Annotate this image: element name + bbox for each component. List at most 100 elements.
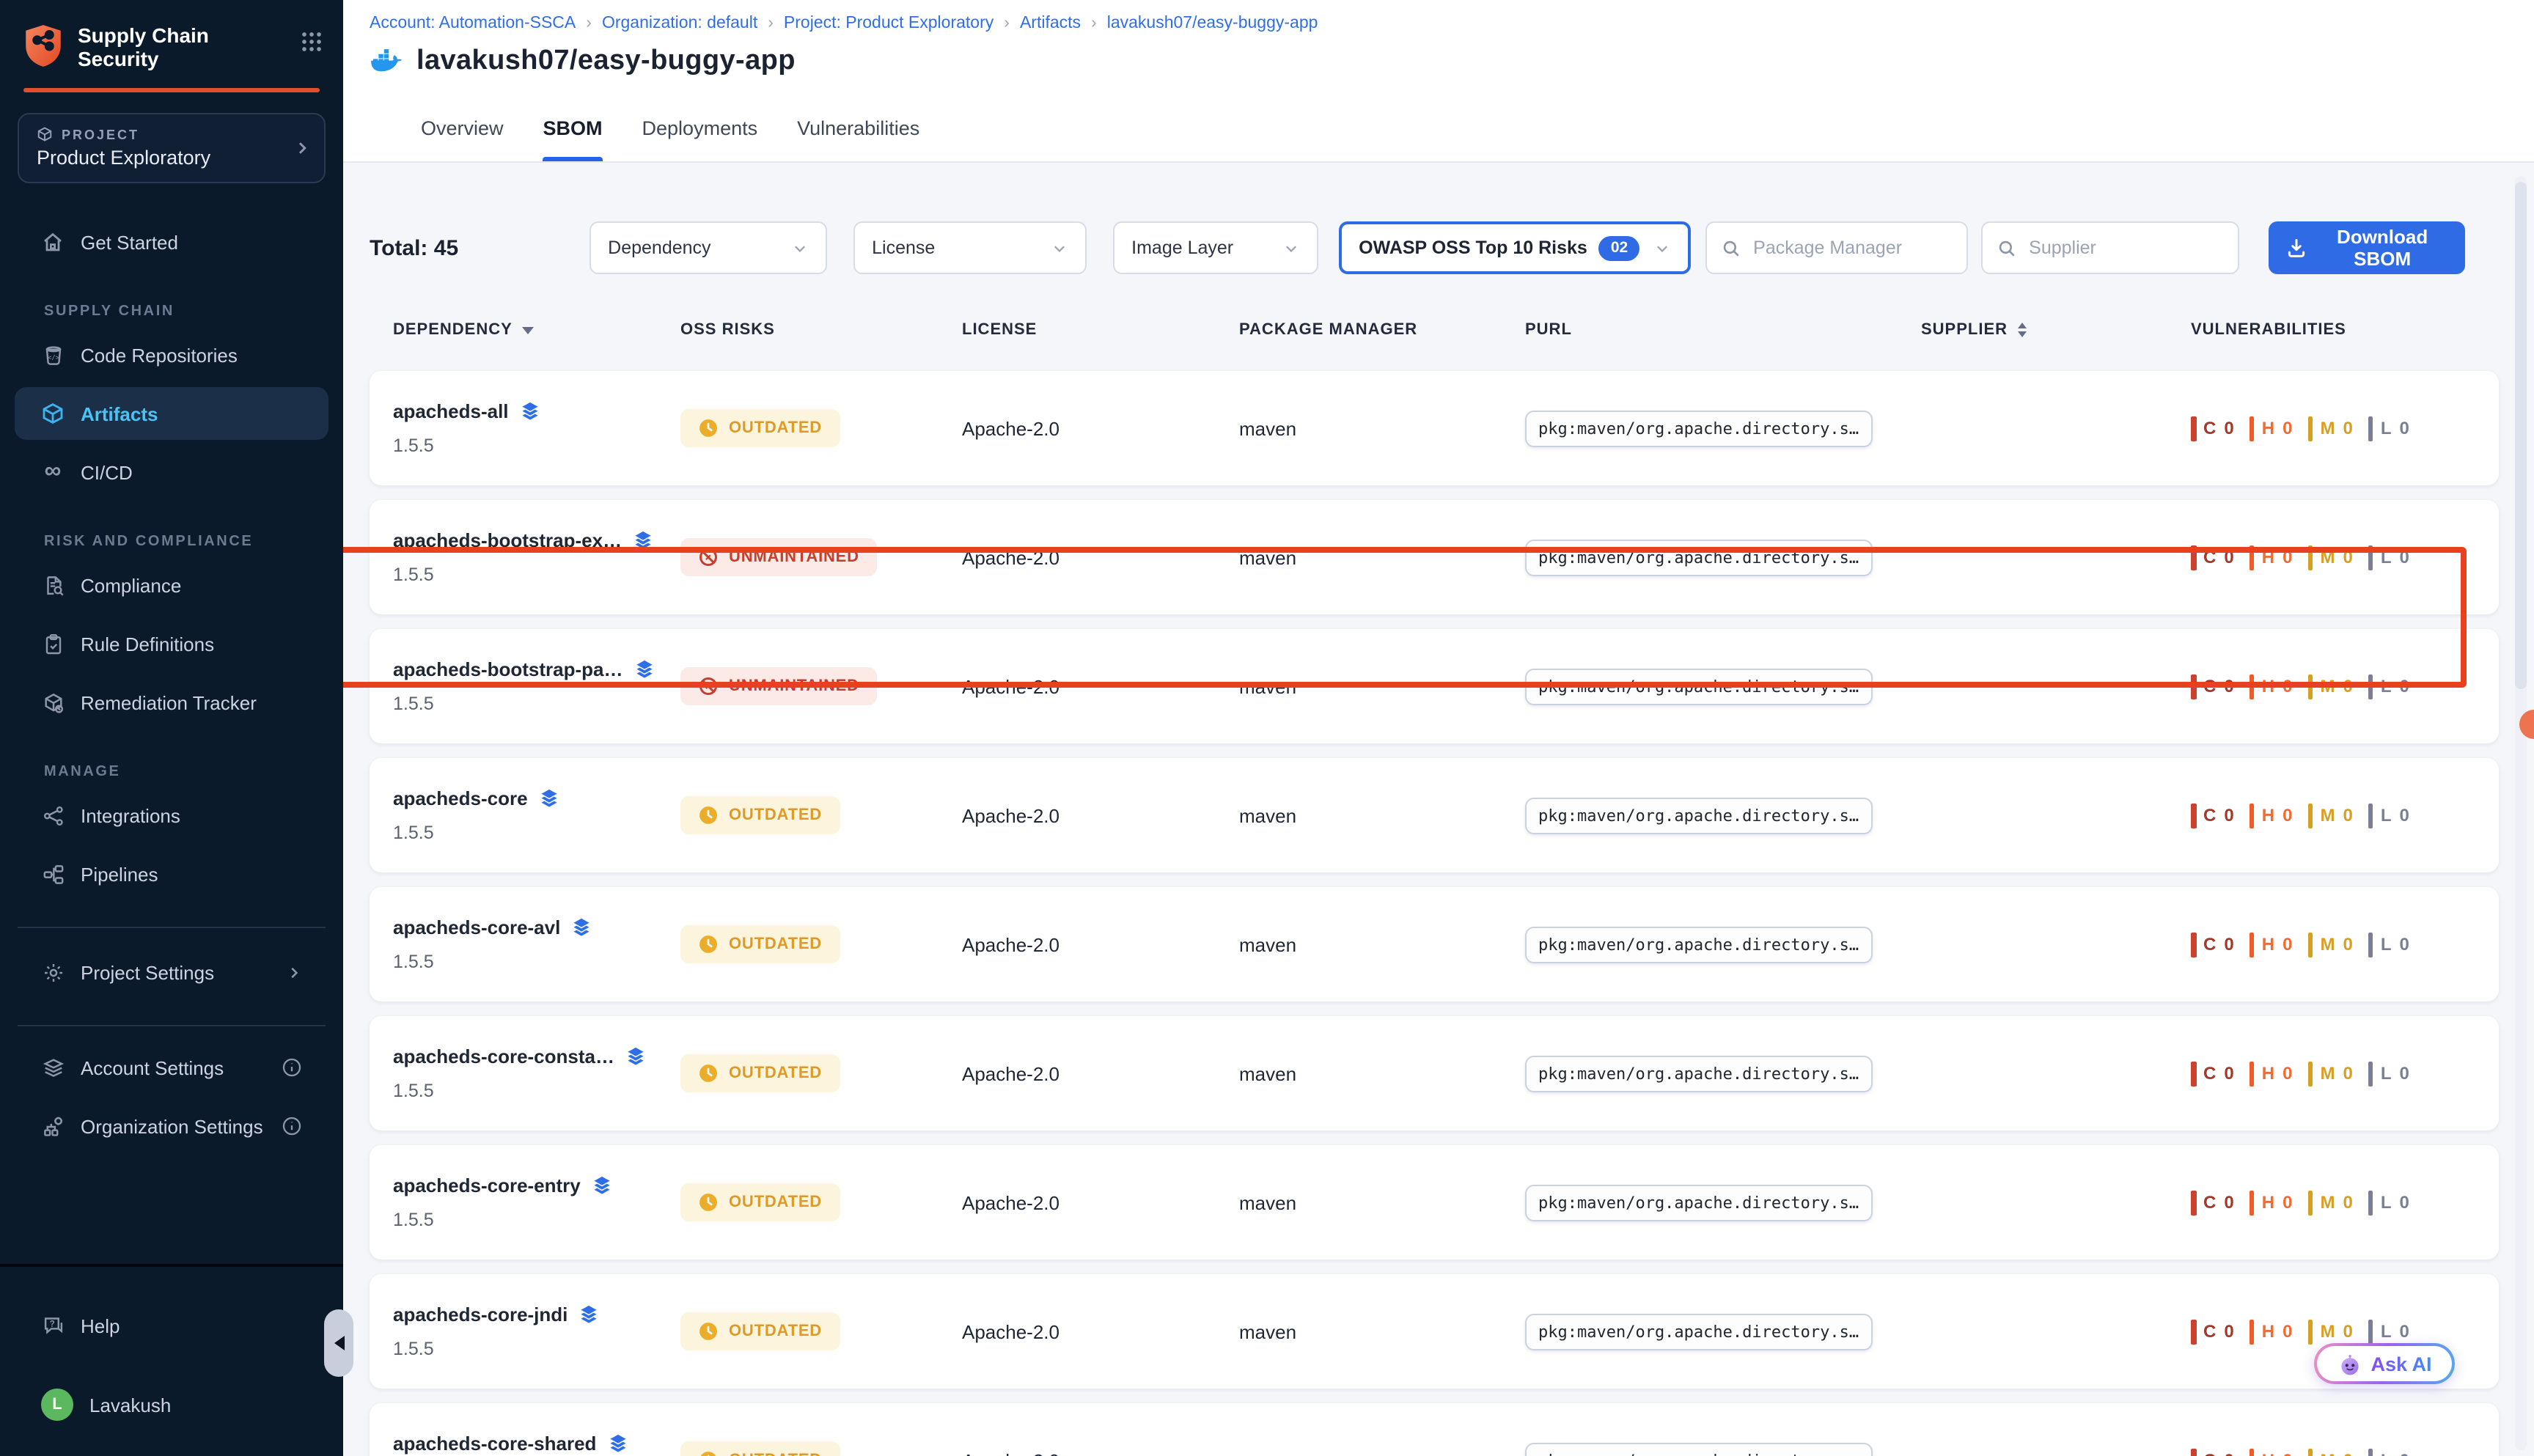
column-header-dependency[interactable]: DEPENDENCY	[393, 321, 680, 339]
sidebar-item-remediation-tracker[interactable]: Remediation Tracker	[15, 676, 328, 729]
search-icon	[1997, 238, 2016, 257]
image-layers-icon	[578, 1305, 600, 1325]
home-icon	[41, 230, 65, 254]
tab-deployments[interactable]: Deployments	[642, 95, 758, 161]
supplier-search-input[interactable]	[2026, 236, 2222, 260]
sidebar-item-organization-settings[interactable]: Organization Settings	[15, 1100, 328, 1152]
section-label-manage: MANAGE	[44, 764, 343, 780]
purl-chip[interactable]: pkg:maven/org.apache.directory.s…	[1525, 926, 1872, 963]
divider	[0, 1264, 343, 1267]
image-layers-icon	[519, 402, 541, 422]
purl-cell: pkg:maven/org.apache.directory.s…	[1525, 797, 1921, 834]
download-sbom-button[interactable]: Download SBOM	[2268, 221, 2464, 274]
sidebar-item-code-repositories[interactable]: </> Code Repositories	[15, 328, 328, 381]
section-label-supply-chain: SUPPLY CHAIN	[44, 304, 343, 320]
vulnerability-counts: C0H0M0L0	[2191, 545, 2499, 570]
package-manager-search-input[interactable]	[1750, 236, 1951, 260]
sidebar-item-artifacts[interactable]: Artifacts	[15, 387, 328, 440]
severity-count-high: H0	[2250, 1190, 2294, 1215]
tab-vulnerabilities[interactable]: Vulnerabilities	[797, 95, 919, 161]
severity-count-low: L0	[2368, 1190, 2410, 1215]
user-menu[interactable]: L Lavakush	[15, 1378, 328, 1431]
scrollbar-thumb[interactable]	[2515, 182, 2527, 689]
owasp-risks-filter-select[interactable]: OWASP OSS Top 10 Risks 02	[1338, 221, 1690, 274]
ask-ai-button[interactable]: Ask AI	[2314, 1343, 2455, 1384]
vulnerability-counts: C0H0M0L0	[2191, 1190, 2499, 1215]
column-header-vulnerabilities: VULNERABILITIES	[2191, 321, 2499, 339]
sidebar-item-cicd[interactable]: ∞ CI/CD	[15, 446, 328, 499]
breadcrumb-organization[interactable]: Organization: default	[602, 15, 757, 32]
column-header-purl: PURL	[1525, 321, 1921, 339]
purl-chip[interactable]: pkg:maven/org.apache.directory.s…	[1525, 668, 1872, 705]
table-row[interactable]: apacheds-core-entry 1.5.5 OUTDATED Ap	[370, 1145, 2499, 1260]
column-header-supplier[interactable]: SUPPLIER	[1921, 321, 2191, 339]
sidebar-collapse-handle[interactable]	[324, 1309, 353, 1377]
package-manager-cell: maven	[1239, 804, 1525, 826]
breadcrumb-separator: ›	[586, 15, 592, 32]
download-sbom-label: Download SBOM	[2318, 226, 2447, 270]
purl-chip[interactable]: pkg:maven/org.apache.directory.s…	[1525, 797, 1872, 834]
table-body: apacheds-all 1.5.5 OUTDATED Apache-2.	[370, 371, 2499, 1456]
severity-count-critical: C0	[2191, 932, 2235, 957]
table-row[interactable]: apacheds-bootstrap-pa… 1.5.5 UNMAINTAINE…	[370, 629, 2499, 743]
purl-chip[interactable]: pkg:maven/org.apache.directory.s…	[1525, 1184, 1872, 1221]
purl-chip[interactable]: pkg:maven/org.apache.directory.s…	[1525, 539, 1872, 576]
severity-count-critical: C0	[2191, 1061, 2235, 1086]
project-label: PROJECT	[62, 127, 139, 141]
table-row[interactable]: apacheds-core-shared 1.5.5 OUTDATED A	[370, 1403, 2499, 1456]
table-row[interactable]: apacheds-bootstrap-ex… 1.5.5 UNMAINTAINE…	[370, 500, 2499, 614]
purl-cell: pkg:maven/org.apache.directory.s…	[1525, 1313, 1921, 1350]
image-layer-filter-select[interactable]: Image Layer	[1112, 221, 1318, 274]
sidebar-item-compliance[interactable]: Compliance	[15, 559, 328, 611]
download-icon	[2285, 238, 2306, 258]
vulnerability-counts: C0H0M0L0	[2191, 803, 2499, 828]
table-row[interactable]: apacheds-core-jndi 1.5.5 OUTDATED Apa	[370, 1274, 2499, 1389]
table-row[interactable]: apacheds-core-consta… 1.5.5 OUTDATED	[370, 1016, 2499, 1130]
risk-status-icon	[698, 934, 719, 955]
sidebar-item-project-settings[interactable]: Project Settings	[15, 946, 328, 999]
license-filter-select[interactable]: License	[853, 221, 1086, 274]
docker-whale-icon	[370, 48, 403, 75]
dependency-version: 1.5.5	[393, 1339, 680, 1359]
sidebar-item-label: Artifacts	[81, 402, 158, 424]
sidebar-item-label: Account Settings	[81, 1056, 224, 1078]
sidebar-item-integrations[interactable]: Integrations	[15, 789, 328, 842]
purl-cell: pkg:maven/org.apache.directory.s…	[1525, 1184, 1921, 1221]
tab-overview[interactable]: Overview	[421, 95, 504, 161]
purl-chip[interactable]: pkg:maven/org.apache.directory.s…	[1525, 410, 1872, 446]
info-icon[interactable]	[282, 1116, 302, 1136]
sidebar-item-help[interactable]: ? Help	[15, 1299, 328, 1352]
module-grid-icon[interactable]	[301, 31, 323, 53]
dependency-cell: apacheds-all 1.5.5	[393, 400, 680, 456]
breadcrumb-account[interactable]: Account: Automation-SSCA	[370, 15, 576, 32]
dependency-filter-select[interactable]: Dependency	[589, 221, 826, 274]
table-row[interactable]: apacheds-core 1.5.5 OUTDATED Apache-2	[370, 758, 2499, 872]
breadcrumb-project[interactable]: Project: Product Exploratory	[784, 15, 994, 32]
sidebar-item-rule-definitions[interactable]: Rule Definitions	[15, 617, 328, 670]
severity-count-low: L0	[2368, 1061, 2410, 1086]
dependency-version: 1.5.5	[393, 823, 680, 843]
breadcrumb-artifacts[interactable]: Artifacts	[1020, 15, 1081, 32]
sidebar-item-pipelines[interactable]: Pipelines	[15, 848, 328, 900]
purl-chip[interactable]: pkg:maven/org.apache.directory.s…	[1525, 1313, 1872, 1350]
project-selector[interactable]: PROJECT Product Exploratory	[18, 113, 326, 183]
info-icon[interactable]	[282, 1057, 302, 1078]
sidebar-item-label: Remediation Tracker	[81, 691, 257, 713]
table-row[interactable]: apacheds-all 1.5.5 OUTDATED Apache-2.	[370, 371, 2499, 485]
risk-label: UNMAINTAINED	[729, 677, 859, 695]
sidebar-item-account-settings[interactable]: Account Settings	[15, 1041, 328, 1094]
oss-risk-cell: OUTDATED	[680, 1312, 962, 1350]
breadcrumb-artifact-name[interactable]: lavakush07/easy-buggy-app	[1107, 15, 1318, 32]
vulnerability-counts: C0H0M0L0	[2191, 674, 2499, 699]
purl-chip[interactable]: pkg:maven/org.apache.directory.s…	[1525, 1442, 1872, 1456]
purl-cell: pkg:maven/org.apache.directory.s…	[1525, 410, 1921, 446]
chevron-right-icon	[286, 964, 302, 980]
table-row[interactable]: apacheds-core-avl 1.5.5 OUTDATED Apac	[370, 887, 2499, 1001]
severity-count-critical: C0	[2191, 1190, 2235, 1215]
tab-sbom[interactable]: SBOM	[543, 95, 603, 161]
dependency-version: 1.5.5	[393, 565, 680, 585]
package-manager-cell: maven	[1239, 675, 1525, 697]
purl-chip[interactable]: pkg:maven/org.apache.directory.s…	[1525, 1055, 1872, 1092]
severity-count-high: H0	[2250, 1448, 2294, 1456]
sidebar-item-get-started[interactable]: Get Started	[15, 216, 328, 268]
